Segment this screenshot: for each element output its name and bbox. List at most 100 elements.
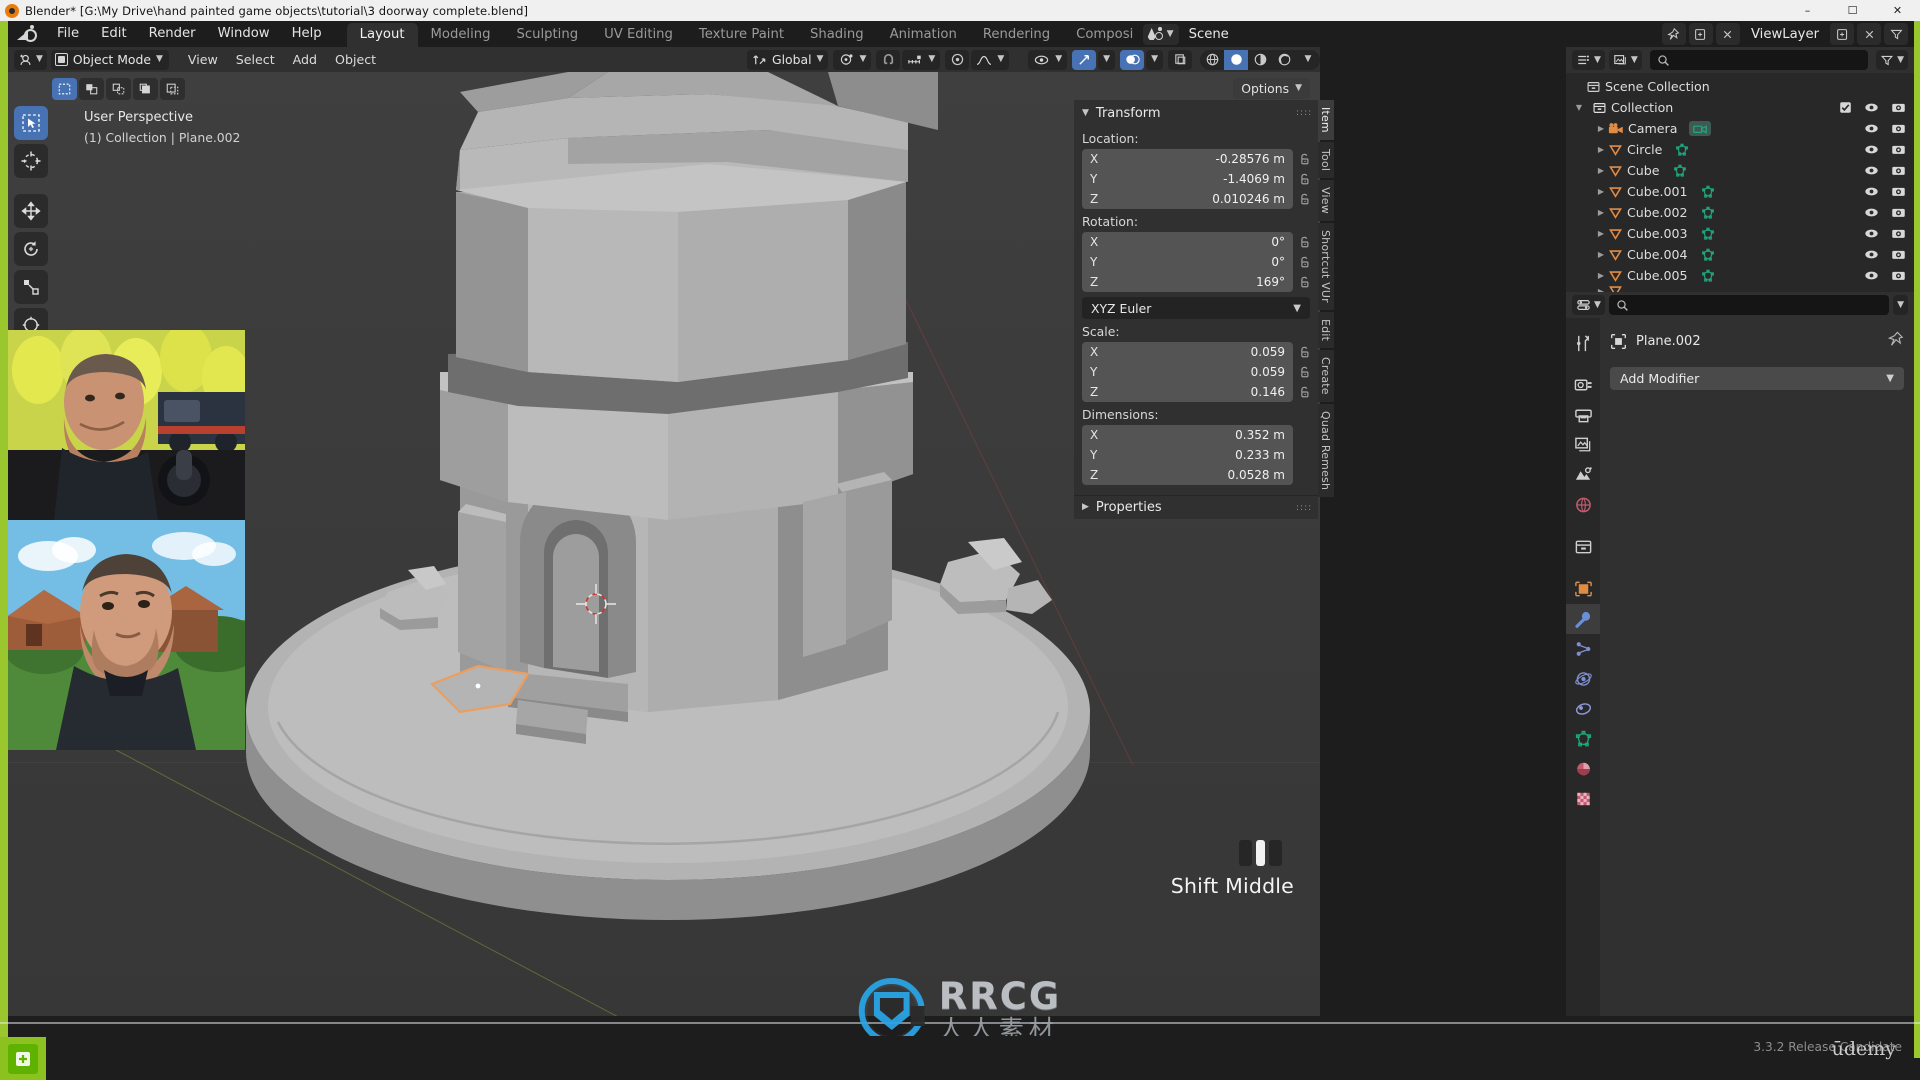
filter-viewlayer-icon[interactable] — [1884, 23, 1908, 45]
new-scene-icon[interactable] — [1688, 23, 1713, 45]
select-invert-icon[interactable] — [133, 78, 158, 100]
mesh-data-icon[interactable] — [1700, 227, 1716, 241]
viewport-menu-add[interactable]: Add — [284, 47, 326, 72]
expand-triangle-icon[interactable]: ▶ — [1594, 271, 1608, 280]
expand-triangle-icon[interactable]: ▶ — [1594, 250, 1608, 259]
scale-y-field[interactable]: Y 0.059 — [1082, 362, 1293, 382]
lock-icon[interactable] — [1297, 255, 1312, 270]
sidebar-tab-quad-remesh[interactable]: Quad Remesh — [1317, 403, 1334, 497]
location-y-field[interactable]: Y -1.4069 m — [1082, 169, 1293, 189]
eye-icon[interactable] — [1864, 143, 1879, 156]
transform-panel-header[interactable]: ▼ Transform :::: — [1074, 100, 1318, 126]
show-gizmo-toggle[interactable] — [1072, 49, 1097, 70]
select-subtract-icon[interactable] — [106, 78, 131, 100]
rotation-x-field[interactable]: X 0° — [1082, 232, 1293, 252]
lock-icon[interactable] — [1297, 152, 1312, 167]
scene-name[interactable]: Scene — [1189, 27, 1229, 42]
camera-icon[interactable] — [1891, 143, 1906, 156]
viewport-menu-select[interactable]: Select — [227, 47, 284, 72]
camera-icon[interactable] — [1891, 101, 1906, 114]
shading-wireframe[interactable] — [1200, 50, 1224, 70]
tab-rendering[interactable]: Rendering — [970, 23, 1063, 47]
shading-material-preview[interactable] — [1248, 50, 1272, 70]
snap-settings-dropdown[interactable]: ▼ — [902, 49, 941, 70]
delete-scene-icon[interactable] — [1715, 23, 1740, 45]
tab-particle-properties[interactable] — [1566, 634, 1600, 664]
mesh-data-icon[interactable] — [1700, 206, 1716, 220]
sidebar-tab-edit[interactable]: Edit — [1317, 311, 1334, 348]
camera-icon[interactable] — [1891, 206, 1906, 219]
viewport-options-dropdown[interactable]: Options ▼ — [1233, 78, 1310, 99]
outliner-row-cube-003[interactable]: ▶ Cube.003 — [1566, 223, 1914, 244]
scale-z-field[interactable]: Z 0.146 — [1082, 382, 1293, 402]
outliner-row-scene-collection[interactable]: Scene Collection — [1566, 76, 1914, 97]
viewport-menu-view[interactable]: View — [179, 47, 227, 72]
tab-scene-properties[interactable] — [1566, 460, 1600, 490]
panel-grip-icon[interactable]: :::: — [1296, 503, 1311, 512]
dimensions-x-field[interactable]: X 0.352 m — [1082, 425, 1293, 445]
expand-triangle-icon[interactable]: ▶ — [1594, 124, 1608, 133]
scene-selector[interactable]: ▼ Scene — [1142, 23, 1229, 45]
menu-window[interactable]: Window — [207, 21, 281, 47]
maximize-button[interactable]: ☐ — [1830, 0, 1875, 21]
sidebar-tab-tool[interactable]: Tool — [1317, 141, 1334, 179]
tab-sculpting[interactable]: Sculpting — [504, 23, 592, 47]
rotation-z-field[interactable]: Z 169° — [1082, 272, 1293, 292]
dimensions-z-field[interactable]: Z 0.0528 m — [1082, 465, 1293, 485]
expand-triangle-icon[interactable]: ▼ — [1572, 103, 1586, 112]
location-x-field[interactable]: X -0.28576 m — [1082, 149, 1293, 169]
camera-data-icon[interactable] — [1692, 122, 1708, 135]
lock-icon[interactable] — [1297, 365, 1312, 380]
eye-icon[interactable] — [1864, 101, 1879, 114]
pivot-point-dropdown[interactable]: ▼ — [833, 49, 872, 70]
camera-icon[interactable] — [1891, 164, 1906, 177]
lock-icon[interactable] — [1297, 345, 1312, 360]
eye-icon[interactable] — [1864, 164, 1879, 177]
eye-icon[interactable] — [1864, 227, 1879, 240]
outliner-row-cube-002[interactable]: ▶ Cube.002 — [1566, 202, 1914, 223]
tab-texture-properties[interactable] — [1566, 784, 1600, 814]
menu-render[interactable]: Render — [138, 21, 207, 47]
snap-magnet-toggle[interactable] — [876, 49, 901, 70]
xray-toggle[interactable] — [1168, 49, 1192, 70]
tab-modifier-properties[interactable] — [1566, 604, 1600, 634]
camera-icon[interactable] — [1891, 185, 1906, 198]
gizmo-settings-dropdown[interactable]: ▼ — [1098, 49, 1116, 70]
show-overlays-toggle[interactable] — [1120, 49, 1145, 70]
pin-scene-icon[interactable] — [1661, 23, 1686, 45]
outliner-row-camera[interactable]: ▶ Camera — [1566, 118, 1914, 139]
camera-icon[interactable] — [1891, 227, 1906, 240]
interaction-mode-dropdown[interactable]: Object Mode ▼ — [50, 49, 169, 70]
expand-triangle-icon[interactable]: ▶ — [1594, 208, 1608, 217]
menu-edit[interactable]: Edit — [90, 21, 138, 47]
pin-icon[interactable] — [1887, 331, 1904, 351]
outliner-filter-button[interactable]: ▼ — [1876, 50, 1908, 70]
menu-file[interactable]: File — [46, 21, 90, 47]
sidebar-tab-create[interactable]: Create — [1317, 349, 1334, 402]
taskbar-app-button[interactable] — [8, 1044, 38, 1074]
sidebar-tab-shortcut-vur[interactable]: Shortcut VUr — [1317, 222, 1334, 310]
outliner-display-mode-button[interactable]: ▼ — [1608, 50, 1642, 70]
sidebar-tab-item[interactable]: Item — [1317, 100, 1334, 140]
expand-triangle-icon[interactable]: ▶ — [1594, 229, 1608, 238]
close-button[interactable]: ✕ — [1875, 0, 1920, 21]
proportional-editing-toggle[interactable] — [945, 49, 970, 70]
sidebar-tab-view[interactable]: View — [1317, 180, 1334, 221]
select-box-icon[interactable] — [52, 78, 77, 100]
new-viewlayer-icon[interactable] — [1830, 23, 1854, 45]
eye-icon[interactable] — [1864, 122, 1879, 135]
menu-help[interactable]: Help — [281, 21, 333, 47]
eye-icon[interactable] — [1864, 248, 1879, 261]
camera-icon[interactable] — [1891, 248, 1906, 261]
tab-collection-properties[interactable] — [1566, 532, 1600, 562]
properties-search-input[interactable] — [1608, 295, 1890, 315]
dimensions-y-field[interactable]: Y 0.233 m — [1082, 445, 1293, 465]
minimize-button[interactable]: – — [1785, 0, 1830, 21]
mesh-data-icon[interactable] — [1672, 164, 1688, 178]
camera-icon[interactable] — [1891, 269, 1906, 282]
editor-type-button[interactable]: ▼ — [14, 49, 47, 70]
expand-triangle-icon[interactable]: ▶ — [1594, 166, 1608, 175]
tab-uv-editing[interactable]: UV Editing — [591, 23, 686, 47]
remove-viewlayer-icon[interactable] — [1857, 23, 1881, 45]
outliner-row-circle[interactable]: ▶ Circle — [1566, 139, 1914, 160]
